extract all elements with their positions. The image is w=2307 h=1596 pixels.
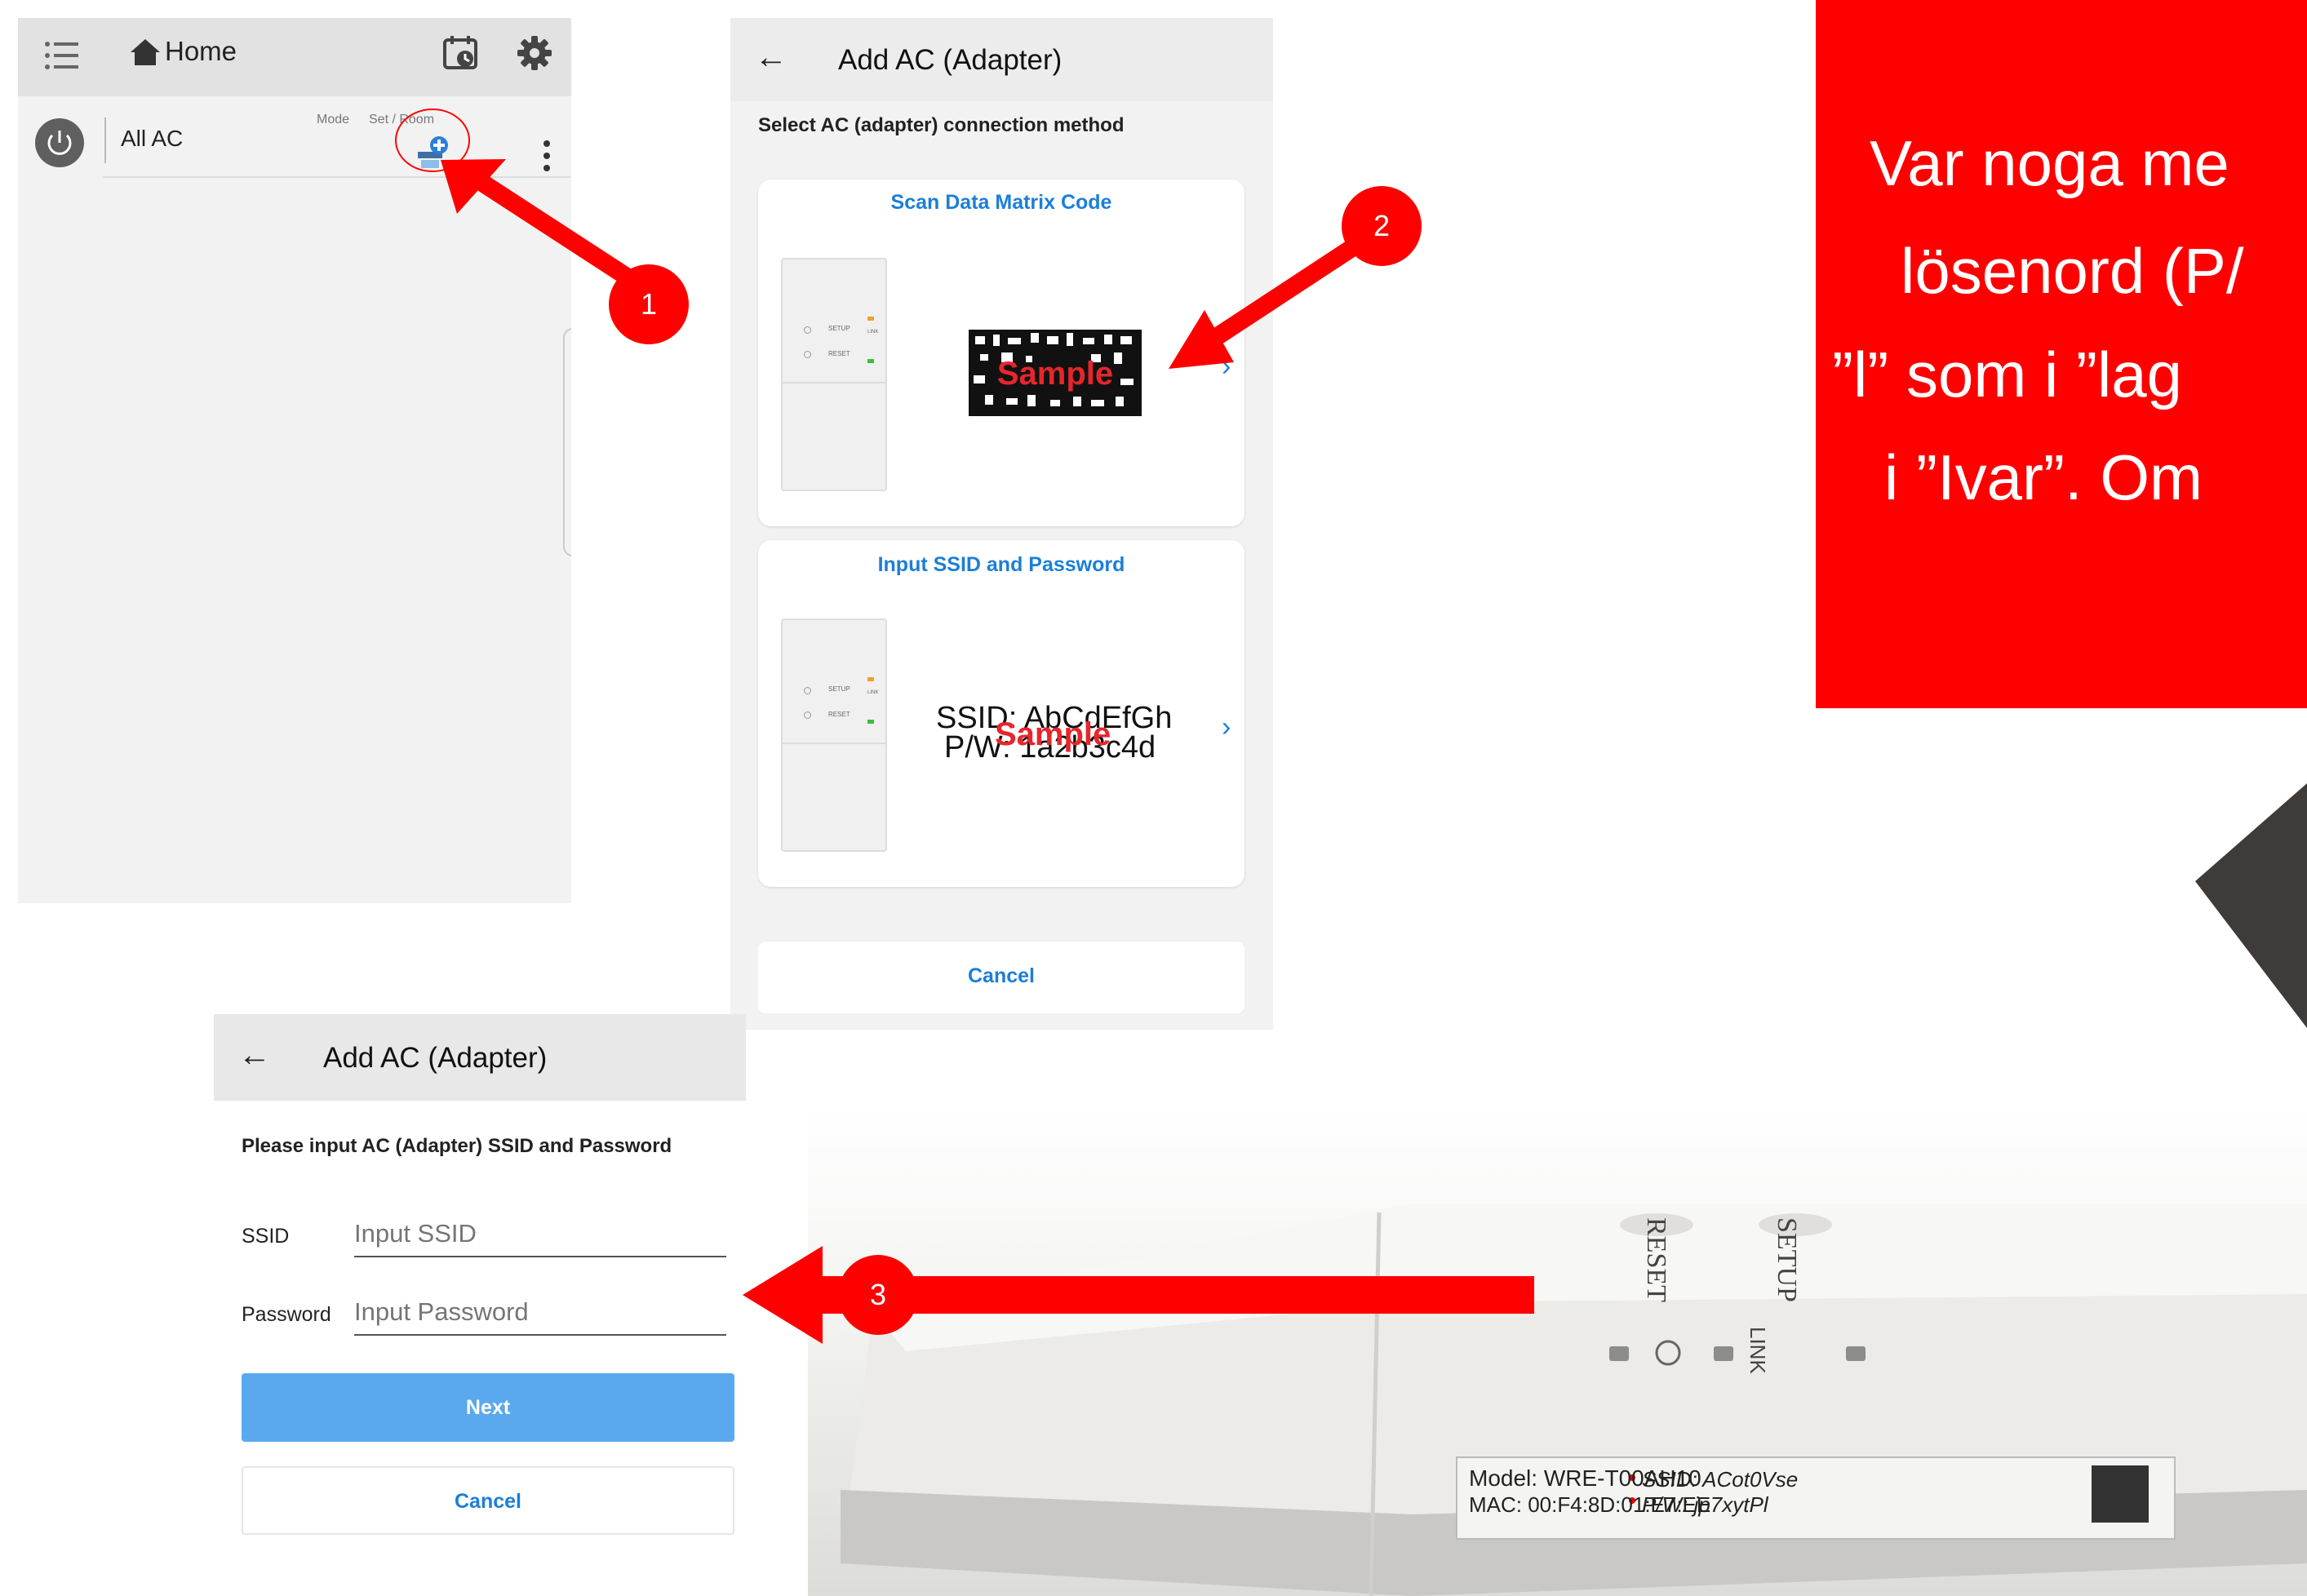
step-badge-2: 2 xyxy=(1342,186,1422,266)
highlight-circle xyxy=(395,109,470,172)
step-badge-3: 3 xyxy=(838,1255,918,1335)
step-badge-1: 1 xyxy=(609,264,689,344)
arrow-1 xyxy=(441,159,662,303)
arrow-2 xyxy=(1169,221,1388,369)
annotation-arrows xyxy=(395,109,1534,1344)
